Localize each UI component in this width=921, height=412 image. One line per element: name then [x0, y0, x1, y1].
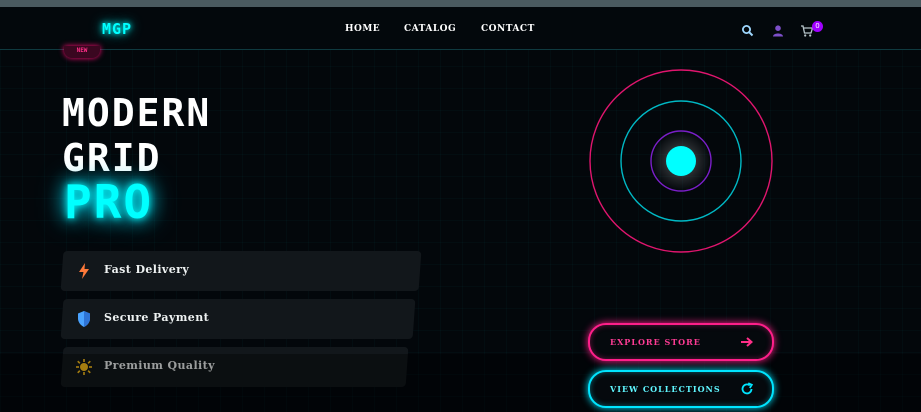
shield-icon: [76, 310, 92, 328]
hero-title-line2: GRID: [62, 136, 162, 180]
explore-store-button[interactable]: EXPLORE STORE: [588, 323, 774, 361]
orbit-graphic: [589, 69, 773, 253]
feature-label-fast-delivery: Fast Delivery: [104, 263, 190, 276]
feature-card-secure-payment: Secure Payment: [60, 299, 416, 339]
nav-home-link[interactable]: HOME: [345, 24, 380, 34]
lightning-icon: [76, 262, 92, 280]
cart-count-badge: 0: [812, 21, 823, 32]
page: MGP HOME CATALOG CONTACT 0 NEW MODERN GR…: [0, 0, 921, 412]
feature-label-secure-payment: Secure Payment: [104, 311, 210, 324]
refresh-icon: [740, 381, 754, 395]
logo[interactable]: MGP: [102, 20, 132, 38]
search-icon[interactable]: [741, 23, 755, 37]
hero-title-accent: PRO: [64, 175, 154, 229]
view-collections-button[interactable]: VIEW COLLECTIONS: [588, 370, 774, 408]
nav-contact-link[interactable]: CONTACT: [481, 24, 535, 34]
user-icon[interactable]: [771, 23, 785, 37]
bottom-shade: [0, 354, 921, 412]
window-top-strip: [0, 0, 921, 7]
new-badge: NEW: [64, 46, 100, 58]
hero-title-line1: MODERN: [62, 91, 212, 135]
nav-catalog-link[interactable]: CATALOG: [404, 24, 456, 34]
feature-card-fast-delivery: Fast Delivery: [60, 251, 422, 291]
navbar: MGP HOME CATALOG CONTACT 0: [0, 7, 921, 50]
orbit-core: [666, 146, 696, 176]
view-collections-label: VIEW COLLECTIONS: [610, 384, 721, 394]
explore-store-label: EXPLORE STORE: [610, 337, 701, 347]
arrow-right-icon: [740, 334, 754, 348]
